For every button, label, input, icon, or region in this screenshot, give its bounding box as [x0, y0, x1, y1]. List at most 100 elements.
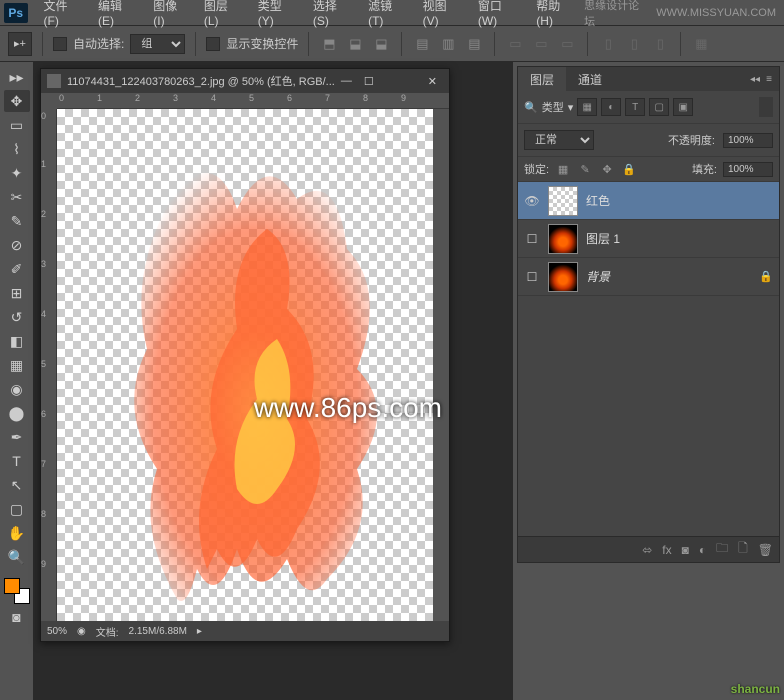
fill-label: 填充: [692, 161, 717, 177]
tab-channels[interactable]: 通道 [566, 67, 614, 91]
layer-name[interactable]: 背景 [586, 268, 610, 285]
opacity-input[interactable] [723, 133, 773, 148]
quickmask-tool[interactable]: ◙ [4, 606, 30, 628]
eyedropper-tool[interactable]: ✎ [4, 210, 30, 232]
expand-icon[interactable]: ▸▸ [4, 66, 30, 88]
pen-tool[interactable]: ✒ [4, 426, 30, 448]
layers-panel: 图层 通道 ◂◂ ≡ 🔍 类型 ▾ ▦ ◐ T ▢ ▣ [517, 66, 780, 563]
foreground-color[interactable] [4, 578, 20, 594]
align-right-icon[interactable]: ▤ [464, 34, 484, 54]
flame-artwork [57, 109, 433, 621]
canvas[interactable] [57, 109, 433, 621]
menu-help[interactable]: 帮助(H) [528, 0, 584, 32]
layer-name[interactable]: 红色 [586, 192, 610, 209]
color-swatch[interactable] [4, 578, 30, 604]
history-brush-tool[interactable]: ↺ [4, 306, 30, 328]
align-top-icon[interactable]: ⬒ [319, 34, 339, 54]
auto-select-dropdown[interactable]: 组 [130, 34, 185, 54]
link-layers-icon[interactable]: ⬄ [642, 543, 652, 557]
menu-image[interactable]: 图像(I) [145, 0, 196, 32]
lock-position-icon[interactable]: ✥ [599, 161, 615, 177]
move-tool-icon[interactable]: ▸+ [8, 32, 32, 56]
visibility-icon[interactable]: ☐ [524, 269, 540, 285]
document-tab[interactable]: 11074431_122403780263_2.jpg @ 50% (红色, R… [41, 69, 449, 93]
lock-pixels-icon[interactable]: ✎ [577, 161, 593, 177]
filter-type-icon[interactable]: T [625, 98, 645, 116]
layer-style-icon[interactable]: fx [662, 543, 671, 557]
layer-row[interactable]: ☐ 背景 🔒 [518, 258, 779, 296]
filter-pixel-icon[interactable]: ▦ [577, 98, 597, 116]
distribute-3-icon[interactable]: ▭ [557, 34, 577, 54]
show-transform-checkbox[interactable] [206, 37, 220, 51]
layer-thumbnail[interactable] [548, 186, 578, 216]
delete-layer-icon[interactable]: 🗑 [758, 543, 773, 557]
filter-shape-icon[interactable]: ▢ [649, 98, 669, 116]
dodge-tool[interactable]: ⬤ [4, 402, 30, 424]
blend-mode-select[interactable]: 正常 [524, 130, 594, 150]
visibility-icon[interactable]: 👁 [524, 193, 540, 209]
zoom-tool[interactable]: 🔍 [4, 546, 30, 568]
distribute-6-icon[interactable]: ▯ [650, 34, 670, 54]
healing-tool[interactable]: ⊘ [4, 234, 30, 256]
zoom-level[interactable]: 50% [47, 626, 67, 637]
menu-filter[interactable]: 滤镜(T) [360, 0, 415, 32]
status-arrow-icon[interactable]: ▸ [197, 626, 202, 637]
canvas-viewport[interactable] [57, 109, 433, 621]
align-bottom-icon[interactable]: ⬓ [371, 34, 391, 54]
align-left-icon[interactable]: ▤ [412, 34, 432, 54]
stamp-tool[interactable]: ⊞ [4, 282, 30, 304]
gradient-tool[interactable]: ▦ [4, 354, 30, 376]
distribute-1-icon[interactable]: ▭ [505, 34, 525, 54]
menu-type[interactable]: 类型(Y) [250, 0, 305, 32]
new-layer-icon[interactable]: 🗋 [738, 539, 748, 560]
distribute-4-icon[interactable]: ▯ [598, 34, 618, 54]
window-minimize-icon[interactable]: — [335, 75, 358, 87]
fill-input[interactable] [723, 162, 773, 177]
align-vcenter-icon[interactable]: ⬓ [345, 34, 365, 54]
type-tool[interactable]: T [4, 450, 30, 472]
window-close-icon[interactable]: ✕ [422, 75, 443, 88]
marquee-tool[interactable]: ▭ [4, 114, 30, 136]
panel-collapse-icon[interactable]: ◂◂ [749, 73, 761, 85]
magic-wand-tool[interactable]: ✦ [4, 162, 30, 184]
layer-row[interactable]: ☐ 图层 1 [518, 220, 779, 258]
auto-align-icon[interactable]: ▦ [691, 34, 711, 54]
blur-tool[interactable]: ◉ [4, 378, 30, 400]
menu-window[interactable]: 窗口(W) [470, 0, 528, 32]
distribute-2-icon[interactable]: ▭ [531, 34, 551, 54]
crop-tool[interactable]: ✂ [4, 186, 30, 208]
menu-layer[interactable]: 图层(L) [196, 0, 250, 32]
filter-adjust-icon[interactable]: ◐ [601, 98, 621, 116]
menu-select[interactable]: 选择(S) [305, 0, 360, 32]
panel-menu-icon[interactable]: ≡ [763, 73, 775, 85]
layer-thumbnail[interactable] [548, 224, 578, 254]
lock-all-icon[interactable]: 🔒 [621, 161, 637, 177]
lasso-tool[interactable]: ⌇ [4, 138, 30, 160]
panel-dock: 图层 通道 ◂◂ ≡ 🔍 类型 ▾ ▦ ◐ T ▢ ▣ [512, 62, 784, 700]
lock-transparent-icon[interactable]: ▦ [555, 161, 571, 177]
filter-kind-dropdown[interactable]: 🔍 类型 ▾ [524, 99, 573, 115]
menu-edit[interactable]: 编辑(E) [90, 0, 145, 32]
auto-select-checkbox[interactable] [53, 37, 67, 51]
adjustment-layer-icon[interactable]: ◐ [699, 543, 706, 557]
layer-name[interactable]: 图层 1 [586, 230, 620, 247]
distribute-5-icon[interactable]: ▯ [624, 34, 644, 54]
tab-layers[interactable]: 图层 [518, 67, 566, 91]
shape-tool[interactable]: ▢ [4, 498, 30, 520]
filter-smart-icon[interactable]: ▣ [673, 98, 693, 116]
visibility-icon[interactable]: ☐ [524, 231, 540, 247]
hand-tool[interactable]: ✋ [4, 522, 30, 544]
window-maximize-icon[interactable]: ☐ [358, 75, 380, 88]
layer-thumbnail[interactable] [548, 262, 578, 292]
align-hcenter-icon[interactable]: ▥ [438, 34, 458, 54]
filter-toggle[interactable] [759, 97, 773, 117]
path-select-tool[interactable]: ↖ [4, 474, 30, 496]
group-icon[interactable]: 🗀 [716, 539, 728, 560]
eraser-tool[interactable]: ◧ [4, 330, 30, 352]
layer-mask-icon[interactable]: ◙ [682, 543, 689, 557]
layer-row[interactable]: 👁 红色 [518, 182, 779, 220]
brush-tool[interactable]: ✐ [4, 258, 30, 280]
menu-file[interactable]: 文件(F) [36, 0, 91, 32]
menu-view[interactable]: 视图(V) [415, 0, 470, 32]
move-tool[interactable]: ✥ [4, 90, 30, 112]
